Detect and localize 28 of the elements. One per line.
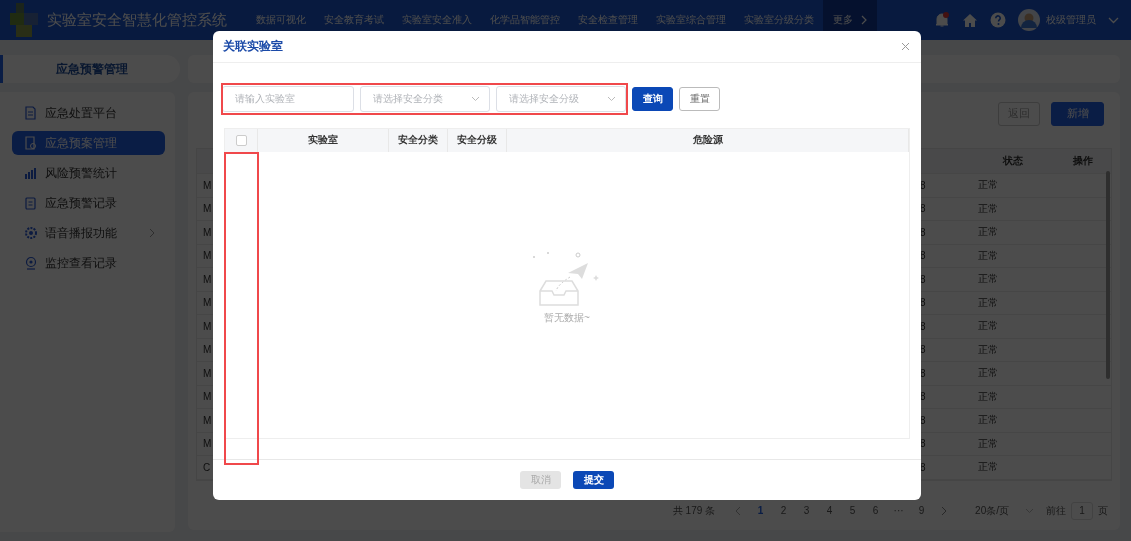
column-header: 实验室 — [258, 129, 389, 152]
table-cell-text: M — [202, 250, 213, 262]
column-header: 操作 — [1071, 154, 1094, 168]
reset-button[interactable]: 重置 — [679, 87, 720, 111]
column-header: 状态 — [1001, 154, 1024, 168]
table-cell-text: M — [202, 179, 213, 191]
submit-button[interactable]: 提交 — [573, 471, 614, 489]
select-field[interactable]: 请选择安全分级 — [496, 86, 626, 112]
table-cell-text: M — [202, 203, 213, 215]
table-cell-text: M — [202, 367, 213, 379]
select-field[interactable]: 请选择安全分类 — [360, 86, 490, 112]
table-cell-text: M — [202, 391, 213, 403]
column-header: 安全分类 — [389, 129, 448, 152]
dialog-title: 关联实验室 — [223, 38, 283, 55]
search-button[interactable]: 查询 — [632, 87, 673, 111]
column-header: 安全分级 — [448, 129, 507, 152]
table-cell-text: M — [202, 438, 213, 450]
input-field[interactable]: 请输入实验室 — [222, 86, 354, 112]
column-header: 危险源 — [507, 129, 909, 152]
table-cell-text: M — [202, 344, 213, 356]
table-cell-text: M — [202, 320, 213, 332]
table-cell-text: M — [202, 226, 213, 238]
table-cell-text: M — [202, 273, 213, 285]
table-cell-text: M — [202, 414, 213, 426]
table-cell-text: C — [202, 461, 212, 473]
table-cell-text: M — [202, 297, 213, 309]
empty-message: 暂无数据~ — [544, 311, 590, 325]
app-title: 实验室安全智慧化管控系统 — [47, 10, 228, 30]
